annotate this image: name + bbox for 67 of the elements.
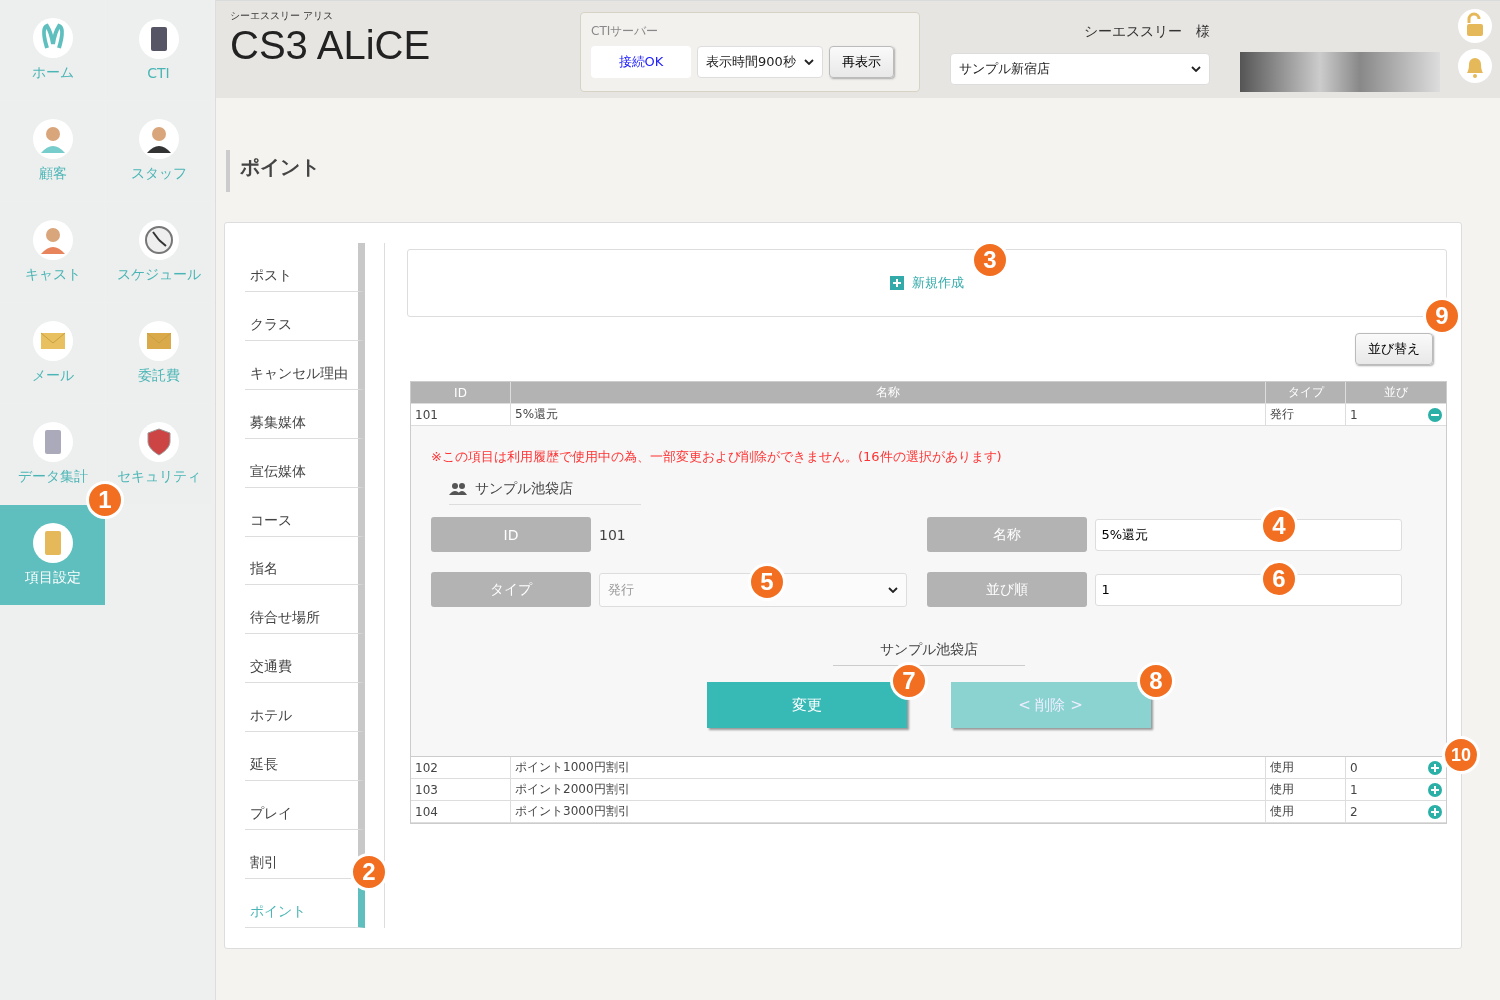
expand-icon[interactable]	[1428, 782, 1442, 797]
callout-badge: 10	[1442, 736, 1480, 774]
table-cell: 発行	[1266, 404, 1346, 425]
interval-select[interactable]: 表示時間900秒	[697, 46, 823, 78]
table-cell: 5%還元	[511, 404, 1266, 425]
table-cell: 103	[411, 779, 511, 800]
user-name: シーエススリー 様	[1084, 23, 1210, 41]
table-cell: ポイント2000円割引	[511, 779, 1266, 800]
submenu-item[interactable]: プレイ	[245, 781, 365, 831]
table-cell: 104	[411, 801, 511, 822]
plus-icon	[890, 276, 904, 290]
table-cell: 1	[1346, 779, 1446, 800]
column-header: タイプ	[1266, 382, 1346, 403]
unlock-icon[interactable]	[1458, 9, 1492, 43]
chevron-down-icon	[804, 59, 814, 65]
table-cell: 2	[1346, 801, 1446, 822]
envelope-icon	[32, 321, 73, 361]
warning-message: ※この項目は利用履歴で使用中の為、一部変更および削除ができません。(16件の選択があります)	[431, 448, 1003, 466]
field-label: 並び順	[926, 572, 1087, 607]
shield-icon	[138, 422, 179, 462]
submenu-item[interactable]: クラス	[245, 291, 365, 341]
connection-status: 接続OK	[591, 46, 691, 78]
refresh-button[interactable]: 再表示	[829, 46, 894, 78]
table-cell: 1	[1346, 404, 1446, 425]
table-cell: 使用	[1266, 801, 1346, 822]
field-label: 名称	[926, 517, 1087, 552]
sort-button[interactable]: 並び替え	[1355, 333, 1433, 365]
person-icon	[32, 119, 73, 159]
person-icon	[32, 220, 73, 260]
field-value: 101	[599, 526, 626, 543]
submenu-item[interactable]: 募集媒体	[245, 389, 365, 439]
submenu-item[interactable]: ポスト	[245, 243, 365, 292]
page-title: ポイント	[226, 150, 1462, 192]
chevron-down-icon	[1191, 66, 1201, 72]
table-cell: 使用	[1266, 779, 1346, 800]
expand-icon[interactable]	[1428, 804, 1442, 819]
table-cell: 使用	[1266, 757, 1346, 778]
submenu-item[interactable]: 延長	[245, 732, 365, 782]
expand-icon[interactable]	[1428, 760, 1442, 775]
column-header: ID	[411, 382, 511, 403]
users-icon	[449, 483, 467, 495]
bell-icon[interactable]	[1458, 49, 1492, 83]
money-envelope-icon	[138, 321, 179, 361]
table-cell: ポイント1000円割引	[511, 757, 1266, 778]
clock-icon	[138, 220, 179, 260]
chevron-down-icon	[887, 586, 898, 593]
table-cell: 101	[411, 404, 511, 425]
table-cell: 102	[411, 757, 511, 778]
column-header: 並び	[1383, 384, 1409, 401]
submenu-item[interactable]: 指名	[245, 536, 365, 586]
column-header: 名称	[511, 382, 1266, 403]
field-label: タイプ	[431, 572, 591, 607]
submenu-item[interactable]: コース	[245, 487, 365, 537]
submenu-item[interactable]: ホテル	[245, 683, 365, 733]
submenu-item[interactable]: キャンセル理由	[245, 340, 365, 390]
cti-label: CTIサーバー	[591, 23, 660, 40]
collapse-icon[interactable]	[1428, 407, 1442, 422]
app-subtitle: シーエススリー アリス	[230, 9, 335, 23]
table-cell: ポイント3000円割引	[511, 801, 1266, 822]
person-icon	[138, 119, 179, 159]
field-label: ID	[431, 517, 591, 552]
store-name: サンプル池袋店	[475, 480, 573, 498]
app-title: CS3 ALiCE	[230, 23, 432, 67]
submenu-item[interactable]: 宣伝媒体	[245, 438, 365, 488]
store-select[interactable]: サンプル新宿店	[950, 53, 1210, 85]
submenu-item[interactable]: 待合せ場所	[245, 585, 365, 635]
submenu-item[interactable]: 交通費	[245, 634, 365, 684]
